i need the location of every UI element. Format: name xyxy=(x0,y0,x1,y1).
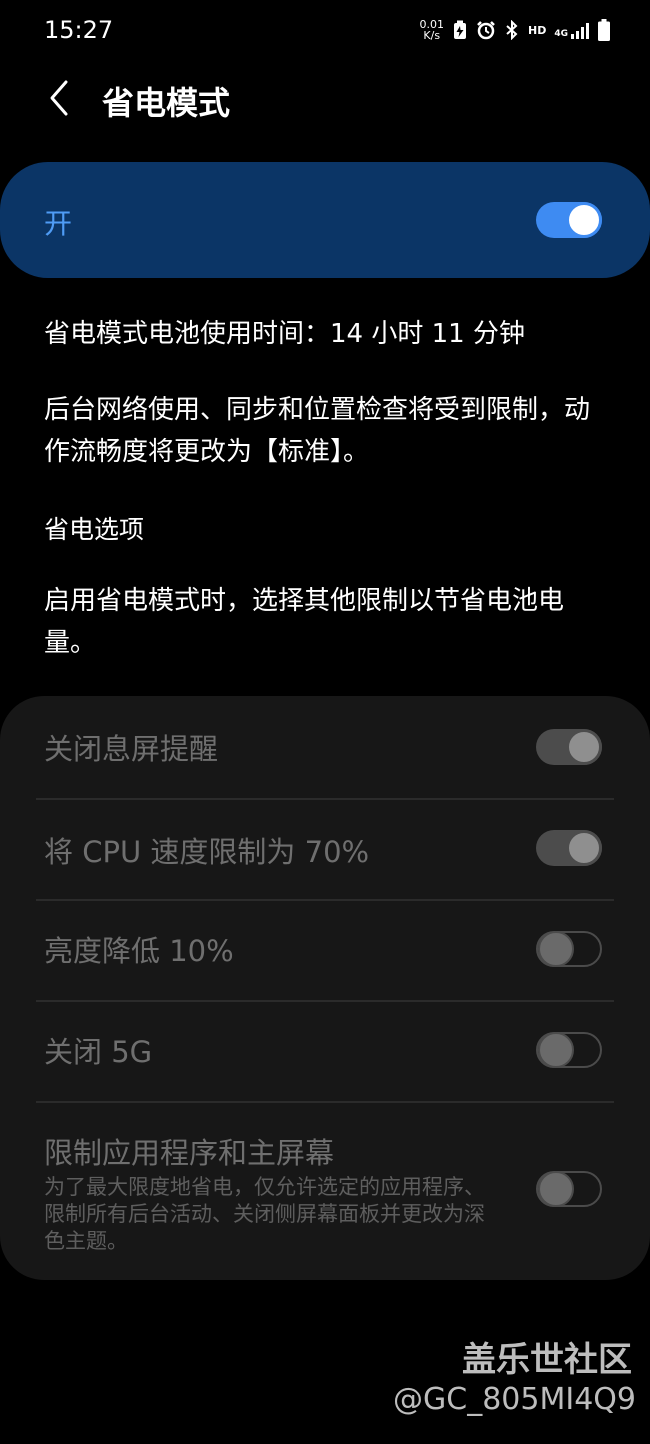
option-label: 亮度降低 10% xyxy=(44,934,234,968)
option-row-aod[interactable]: 关闭息屏提醒 xyxy=(0,696,650,798)
alarm-icon xyxy=(476,20,496,40)
toggle-knob xyxy=(566,729,602,765)
hd-voice-icon: HD xyxy=(528,23,547,37)
option-toggle[interactable] xyxy=(536,830,602,866)
chevron-left-icon xyxy=(50,80,68,116)
toggle-knob xyxy=(538,931,574,967)
options-section-title: 省电选项 xyxy=(44,515,145,544)
option-label: 将 CPU 速度限制为 70% xyxy=(44,835,370,869)
battery-remaining-text: 省电模式电池使用时间：14 小时 11 分钟 xyxy=(44,319,525,349)
bluetooth-icon xyxy=(504,20,520,40)
toggle-knob xyxy=(566,830,602,866)
network-speed: 0.01 K/s xyxy=(420,19,445,41)
option-row-brightness[interactable]: 亮度降低 10% xyxy=(0,900,650,1000)
master-switch-label: 开 xyxy=(44,207,73,240)
status-time: 15:27 xyxy=(44,16,114,44)
options-card: 关闭息屏提醒 将 CPU 速度限制为 70% 亮度降低 10% 关闭 5G 限制… xyxy=(0,696,650,1280)
option-toggle[interactable] xyxy=(536,1171,602,1207)
master-toggle[interactable] xyxy=(536,202,602,238)
watermark-user: @GC_805MI4Q9 xyxy=(393,1382,636,1417)
toggle-knob xyxy=(538,1032,574,1068)
network-type-label: 4G xyxy=(554,29,568,39)
status-icons: 0.01 K/s HD 4G xyxy=(420,16,610,44)
option-row-restrict-apps[interactable]: 限制应用程序和主屏幕 为了最大限度地省电，仅允许选定的应用程序、限制所有后台活动… xyxy=(0,1102,650,1278)
signal-icon: 4G xyxy=(554,21,590,39)
toggle-knob xyxy=(538,1171,574,1207)
page-title: 省电模式 xyxy=(102,84,231,122)
watermark-brand: 盖乐世社区 xyxy=(462,1340,632,1380)
battery-icon xyxy=(598,19,610,41)
option-label: 关闭 5G xyxy=(44,1035,153,1069)
restriction-description: 后台网络使用、同步和位置检查将受到限制，动作流畅度将更改为【标准】。 xyxy=(44,395,591,467)
network-speed-unit: K/s xyxy=(423,29,441,42)
option-toggle[interactable] xyxy=(536,931,602,967)
battery-saver-icon xyxy=(452,20,468,40)
option-toggle[interactable] xyxy=(536,729,602,765)
option-toggle[interactable] xyxy=(536,1032,602,1068)
option-sublabel: 为了最大限度地省电，仅允许选定的应用程序、限制所有后台活动、关闭侧屏幕面板并更改… xyxy=(44,1175,485,1253)
app-bar: 省电模式 xyxy=(0,62,650,134)
status-bar: 15:27 0.01 K/s HD 4G xyxy=(0,0,650,60)
back-button[interactable] xyxy=(36,74,80,122)
options-section-description: 启用省电模式时，选择其他限制以节省电池电量。 xyxy=(44,586,565,658)
master-switch-panel[interactable]: 开 xyxy=(0,162,650,278)
option-row-cpu[interactable]: 将 CPU 速度限制为 70% xyxy=(0,799,650,899)
option-label: 关闭息屏提醒 xyxy=(44,732,219,766)
option-label: 限制应用程序和主屏幕 xyxy=(44,1136,335,1170)
toggle-knob xyxy=(566,202,602,238)
option-row-5g[interactable]: 关闭 5G xyxy=(0,1001,650,1101)
